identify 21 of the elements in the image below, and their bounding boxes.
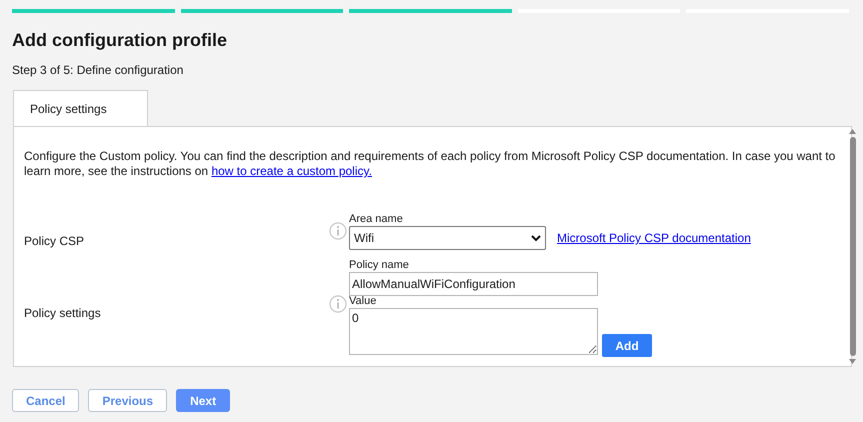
- value-field[interactable]: 0: [349, 308, 598, 355]
- step-subtitle: Step 3 of 5: Define configuration: [12, 62, 184, 78]
- description-text: Configure the Custom policy. You can find the description and requirements of each policy from Microsoft Policy CSP documentation. In case you want to learn more, see the instructions on how to create a custom policy.: [24, 149, 836, 179]
- scroll-down-arrow-icon[interactable]: [849, 359, 856, 364]
- chevron-down-icon: [531, 234, 541, 242]
- tab[interactable]: Policy settings: [13, 90, 148, 127]
- policy-csp-label: Policy CSP: [24, 234, 84, 248]
- scrollbar-thumb[interactable]: [850, 137, 856, 356]
- add-button[interactable]: Add: [602, 334, 652, 357]
- policy-csp-documentation-link[interactable]: Microsoft Policy CSP documentation: [557, 229, 751, 247]
- policy-settings-label: Policy settings: [24, 306, 101, 320]
- policy-name-label: Policy name: [349, 258, 410, 272]
- scroll-up-arrow-icon[interactable]: [849, 129, 856, 134]
- custom-policy-link[interactable]: how to create a custom policy.: [211, 164, 372, 178]
- page-title: Add configuration profile: [12, 29, 228, 51]
- value-label: Value: [349, 294, 378, 308]
- info-icon: [329, 295, 347, 313]
- info-icon: [329, 222, 347, 240]
- policy-name-field[interactable]: AllowManualWiFiConfiguration: [349, 272, 598, 296]
- area-name-label: Area name: [349, 212, 404, 226]
- area-name-select[interactable]: Wifi: [349, 226, 546, 250]
